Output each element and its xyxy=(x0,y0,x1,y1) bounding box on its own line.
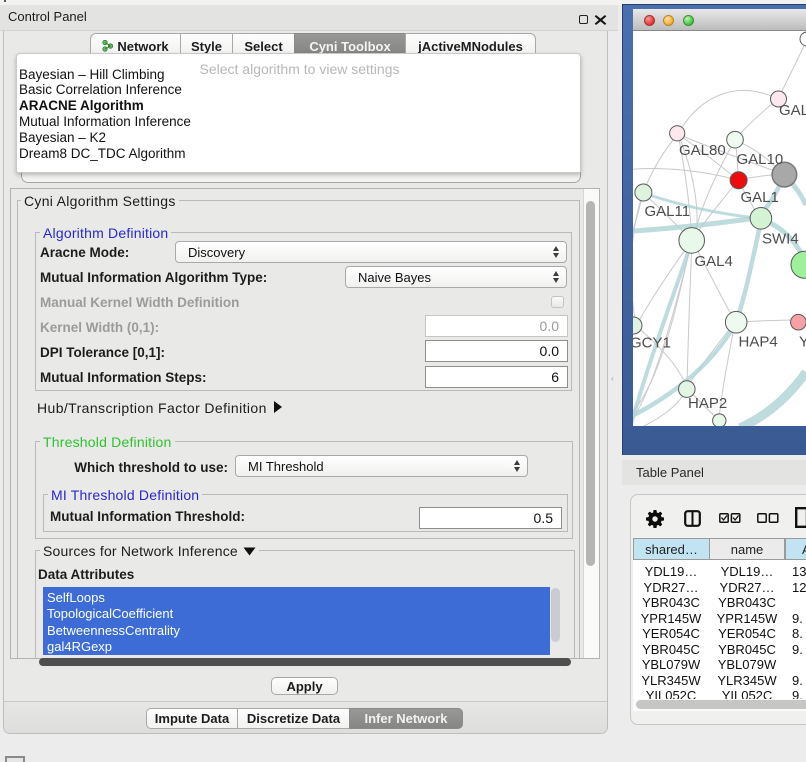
svg-text:Y: Y xyxy=(799,334,806,351)
svg-text:GAL11: GAL11 xyxy=(645,203,691,220)
svg-text:GCY1: GCY1 xyxy=(633,335,671,352)
svg-text:HAP2: HAP2 xyxy=(688,395,727,412)
svg-text:GAL4: GAL4 xyxy=(695,253,733,270)
svg-text:GAL10: GAL10 xyxy=(737,151,784,168)
svg-text:GAL1: GAL1 xyxy=(741,189,779,206)
svg-text:GAL7: GAL7 xyxy=(779,102,806,119)
svg-text:HAP4: HAP4 xyxy=(739,334,778,351)
svg-text:SWI4: SWI4 xyxy=(762,231,799,248)
svg-text:GAL80: GAL80 xyxy=(679,142,726,159)
